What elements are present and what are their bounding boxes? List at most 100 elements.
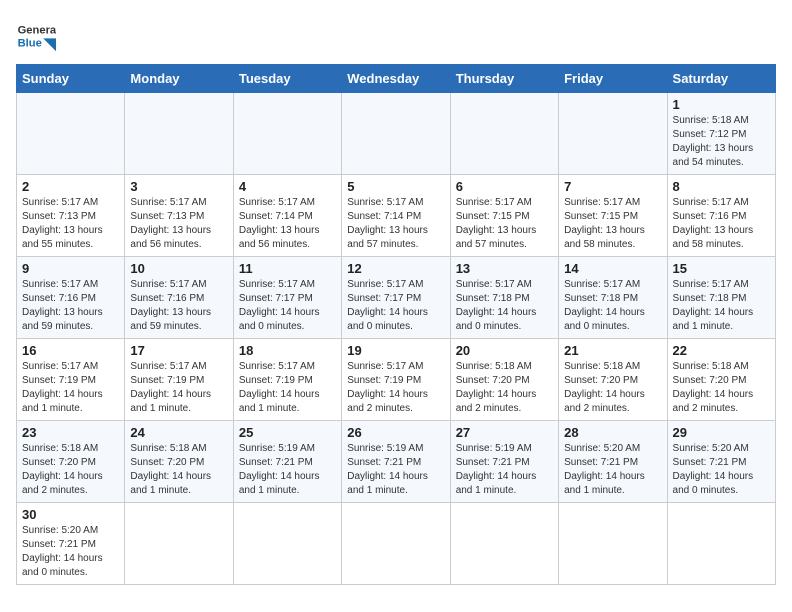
calendar-week-6: 30Sunrise: 5:20 AM Sunset: 7:21 PM Dayli… [17, 503, 776, 585]
day-info: Sunrise: 5:17 AM Sunset: 7:13 PM Dayligh… [22, 196, 119, 252]
day-info: Sunrise: 5:17 AM Sunset: 7:19 PM Dayligh… [239, 360, 336, 416]
calendar-week-4: 16Sunrise: 5:17 AM Sunset: 7:19 PM Dayli… [17, 339, 776, 421]
calendar-cell [450, 93, 558, 175]
calendar-cell: 1Sunrise: 5:18 AM Sunset: 7:12 PM Daylig… [667, 93, 775, 175]
calendar-cell: 29Sunrise: 5:20 AM Sunset: 7:21 PM Dayli… [667, 421, 775, 503]
calendar-week-3: 9 Sunrise: 5:17 AM Sunset: 7:16 PM Daylig… [17, 257, 776, 339]
day-info: Sunrise: 5:17 AM Sunset: 7:18 PM Dayligh… [564, 278, 661, 334]
day-number: 22 [673, 343, 770, 358]
day-info: Sunrise: 5:18 AM Sunset: 7:12 PM Dayligh… [673, 114, 770, 170]
day-number: 26 [347, 425, 444, 440]
day-number: 20 [456, 343, 553, 358]
calendar-week-5: 23 Sunrise: 5:18 AM Sunset: 7:20 PM Dayli… [17, 421, 776, 503]
day-number: 10 [130, 261, 227, 276]
calendar-cell: 26 Sunrise: 5:19 AM Sunset: 7:21 PM Dayli… [342, 421, 450, 503]
day-info: Sunrise: 5:19 AM Sunset: 7:21 PM Dayligh… [239, 442, 336, 498]
day-number: 11 [239, 261, 336, 276]
calendar-cell: 8 Sunrise: 5:17 AM Sunset: 7:16 PM Daylig… [667, 175, 775, 257]
calendar-cell [559, 93, 667, 175]
day-number: 2 [22, 179, 119, 194]
day-info: Sunrise: 5:17 AM Sunset: 7:19 PM Dayligh… [130, 360, 227, 416]
day-info: Sunrise: 5:17 AM Sunset: 7:16 PM Dayligh… [130, 278, 227, 334]
day-number: 24 [130, 425, 227, 440]
day-number: 15 [673, 261, 770, 276]
day-number: 18 [239, 343, 336, 358]
calendar-cell: 20 Sunrise: 5:18 AM Sunset: 7:20 PM Dayli… [450, 339, 558, 421]
svg-text:Blue: Blue [18, 37, 42, 49]
calendar-cell: 5 Sunrise: 5:17 AM Sunset: 7:14 PM Daylig… [342, 175, 450, 257]
day-info: Sunrise: 5:17 AM Sunset: 7:14 PM Dayligh… [347, 196, 444, 252]
calendar-cell [342, 93, 450, 175]
day-info: Sunrise: 5:17 AM Sunset: 7:15 PM Dayligh… [564, 196, 661, 252]
calendar-body: 1Sunrise: 5:18 AM Sunset: 7:12 PM Daylig… [17, 93, 776, 585]
calendar-cell: 17Sunrise: 5:17 AM Sunset: 7:19 PM Dayli… [125, 339, 233, 421]
day-header-wednesday: Wednesday [342, 65, 450, 93]
calendar-week-2: 2 Sunrise: 5:17 AM Sunset: 7:13 PM Daylig… [17, 175, 776, 257]
day-info: Sunrise: 5:17 AM Sunset: 7:18 PM Dayligh… [673, 278, 770, 334]
day-info: Sunrise: 5:20 AM Sunset: 7:21 PM Dayligh… [564, 442, 661, 498]
calendar-cell: 23 Sunrise: 5:18 AM Sunset: 7:20 PM Dayli… [17, 421, 125, 503]
day-number: 7 [564, 179, 661, 194]
calendar-cell: 3 Sunrise: 5:17 AM Sunset: 7:13 PM Daylig… [125, 175, 233, 257]
day-number: 19 [347, 343, 444, 358]
day-info: Sunrise: 5:17 AM Sunset: 7:15 PM Dayligh… [456, 196, 553, 252]
day-number: 6 [456, 179, 553, 194]
calendar-cell: 30Sunrise: 5:20 AM Sunset: 7:21 PM Dayli… [17, 503, 125, 585]
day-number: 3 [130, 179, 227, 194]
day-header-tuesday: Tuesday [233, 65, 341, 93]
calendar-cell [342, 503, 450, 585]
calendar-cell: 6 Sunrise: 5:17 AM Sunset: 7:15 PM Daylig… [450, 175, 558, 257]
calendar-cell: 22Sunrise: 5:18 AM Sunset: 7:20 PM Dayli… [667, 339, 775, 421]
calendar-cell: 21Sunrise: 5:18 AM Sunset: 7:20 PM Dayli… [559, 339, 667, 421]
day-number: 9 [22, 261, 119, 276]
day-info: Sunrise: 5:17 AM Sunset: 7:19 PM Dayligh… [347, 360, 444, 416]
day-info: Sunrise: 5:17 AM Sunset: 7:17 PM Dayligh… [347, 278, 444, 334]
calendar-header-row: SundayMondayTuesdayWednesdayThursdayFrid… [17, 65, 776, 93]
calendar-cell: 25Sunrise: 5:19 AM Sunset: 7:21 PM Dayli… [233, 421, 341, 503]
day-header-sunday: Sunday [17, 65, 125, 93]
svg-text:General: General [18, 25, 56, 37]
calendar-cell: 27Sunrise: 5:19 AM Sunset: 7:21 PM Dayli… [450, 421, 558, 503]
calendar-cell: 7 Sunrise: 5:17 AM Sunset: 7:15 PM Daylig… [559, 175, 667, 257]
day-number: 5 [347, 179, 444, 194]
day-number: 23 [22, 425, 119, 440]
calendar-cell [17, 93, 125, 175]
calendar-cell [233, 503, 341, 585]
day-info: Sunrise: 5:18 AM Sunset: 7:20 PM Dayligh… [130, 442, 227, 498]
calendar-cell: 14Sunrise: 5:17 AM Sunset: 7:18 PM Dayli… [559, 257, 667, 339]
calendar-cell [450, 503, 558, 585]
day-info: Sunrise: 5:20 AM Sunset: 7:21 PM Dayligh… [22, 524, 119, 580]
calendar-week-1: 1Sunrise: 5:18 AM Sunset: 7:12 PM Daylig… [17, 93, 776, 175]
day-info: Sunrise: 5:17 AM Sunset: 7:16 PM Dayligh… [22, 278, 119, 334]
day-number: 4 [239, 179, 336, 194]
calendar-cell [559, 503, 667, 585]
calendar-cell: 28 Sunrise: 5:20 AM Sunset: 7:21 PM Dayli… [559, 421, 667, 503]
day-number: 13 [456, 261, 553, 276]
calendar-cell: 2 Sunrise: 5:17 AM Sunset: 7:13 PM Daylig… [17, 175, 125, 257]
calendar-cell: 15 Sunrise: 5:17 AM Sunset: 7:18 PM Dayli… [667, 257, 775, 339]
day-info: Sunrise: 5:18 AM Sunset: 7:20 PM Dayligh… [22, 442, 119, 498]
day-header-thursday: Thursday [450, 65, 558, 93]
day-number: 28 [564, 425, 661, 440]
calendar-cell: 13 Sunrise: 5:17 AM Sunset: 7:18 PM Dayli… [450, 257, 558, 339]
day-info: Sunrise: 5:19 AM Sunset: 7:21 PM Dayligh… [347, 442, 444, 498]
calendar-cell: 18 Sunrise: 5:17 AM Sunset: 7:19 PM Dayli… [233, 339, 341, 421]
day-info: Sunrise: 5:19 AM Sunset: 7:21 PM Dayligh… [456, 442, 553, 498]
day-info: Sunrise: 5:18 AM Sunset: 7:20 PM Dayligh… [456, 360, 553, 416]
calendar-cell [233, 93, 341, 175]
day-header-saturday: Saturday [667, 65, 775, 93]
day-number: 12 [347, 261, 444, 276]
calendar-cell [125, 503, 233, 585]
calendar-cell [667, 503, 775, 585]
day-header-friday: Friday [559, 65, 667, 93]
calendar-table: SundayMondayTuesdayWednesdayThursdayFrid… [16, 64, 776, 585]
day-info: Sunrise: 5:17 AM Sunset: 7:18 PM Dayligh… [456, 278, 553, 334]
day-number: 29 [673, 425, 770, 440]
day-info: Sunrise: 5:17 AM Sunset: 7:19 PM Dayligh… [22, 360, 119, 416]
day-number: 21 [564, 343, 661, 358]
day-info: Sunrise: 5:17 AM Sunset: 7:16 PM Dayligh… [673, 196, 770, 252]
day-info: Sunrise: 5:17 AM Sunset: 7:13 PM Dayligh… [130, 196, 227, 252]
day-number: 8 [673, 179, 770, 194]
calendar-cell: 24 Sunrise: 5:18 AM Sunset: 7:20 PM Dayli… [125, 421, 233, 503]
calendar-cell: 4Sunrise: 5:17 AM Sunset: 7:14 PM Daylig… [233, 175, 341, 257]
